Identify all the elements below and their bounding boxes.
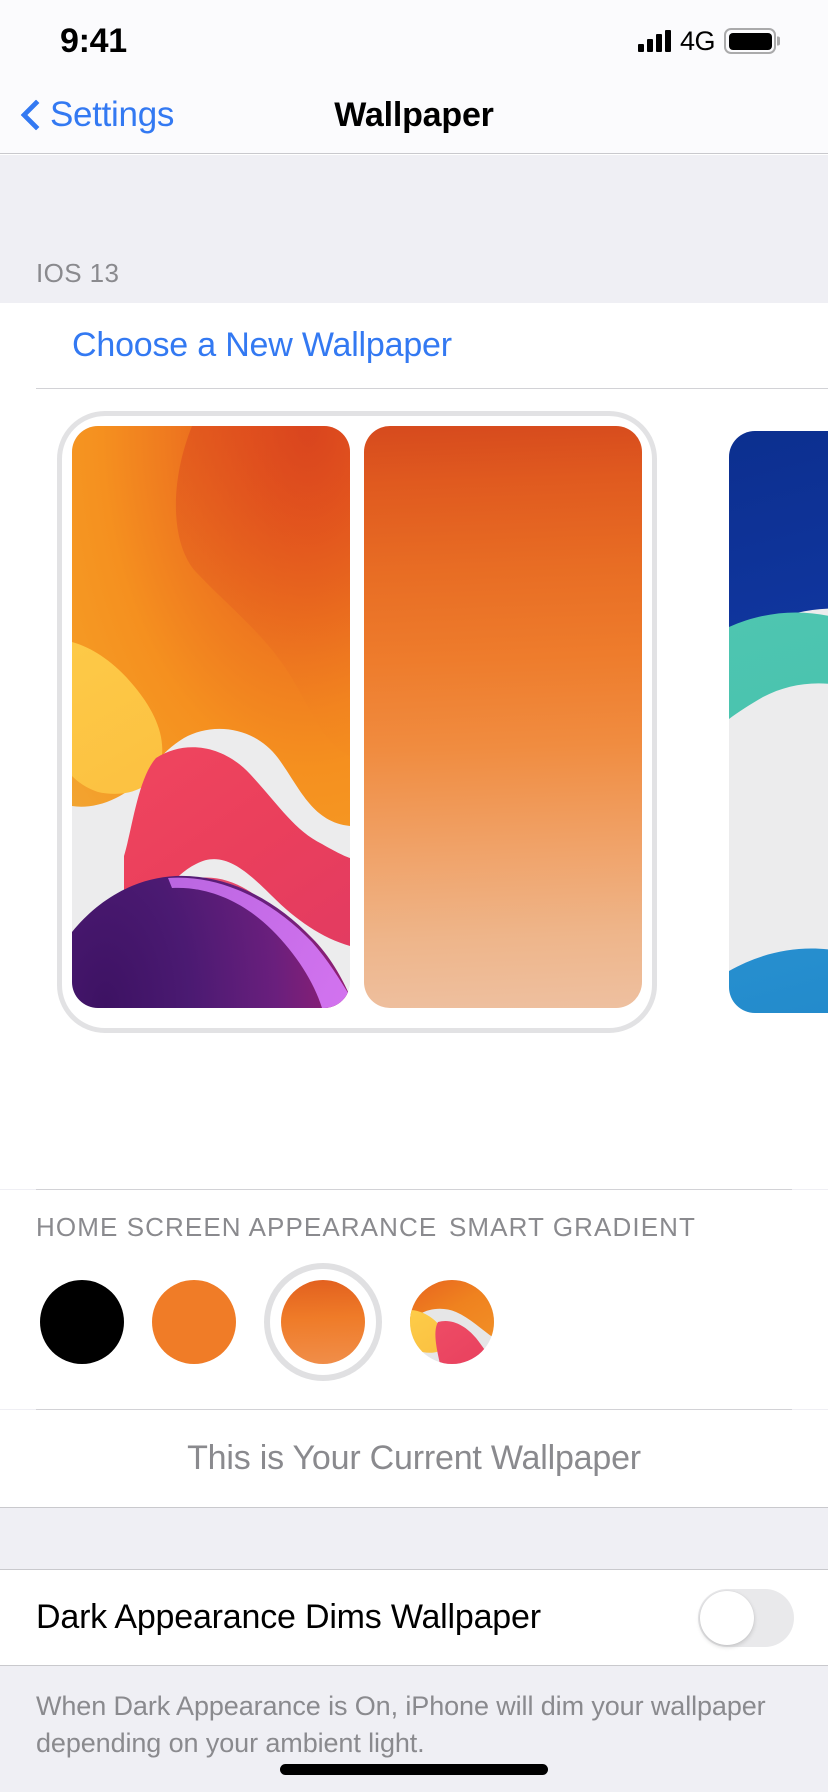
smart-gradient-label: SMART GRADIENT bbox=[448, 1212, 696, 1242]
group-spacer bbox=[0, 1508, 828, 1570]
carousel-track[interactable] bbox=[57, 411, 828, 1033]
back-button[interactable]: Settings bbox=[22, 76, 174, 154]
ios13-group: Choose a New Wallpaper bbox=[0, 303, 828, 389]
wallpaper-preview-home-screen[interactable] bbox=[364, 426, 642, 1008]
wallpaper-preview-lock-screen[interactable] bbox=[72, 426, 350, 1008]
signal-bars-icon bbox=[637, 30, 671, 52]
battery-full-icon bbox=[724, 28, 780, 54]
swatch-gradient-orange-selected[interactable] bbox=[264, 1263, 382, 1381]
status-bar: 9:41 4G bbox=[0, 0, 828, 76]
toggle-knob bbox=[700, 1590, 754, 1645]
chevron-left-icon bbox=[22, 96, 44, 134]
status-bar-time: 9:41 bbox=[60, 22, 127, 60]
dark-appearance-dims-wallpaper-row[interactable]: Dark Appearance Dims Wallpaper bbox=[0, 1570, 828, 1666]
wallpaper-pair-next[interactable] bbox=[709, 411, 828, 1033]
dark-appearance-footer-note: When Dark Appearance is On, iPhone will … bbox=[0, 1666, 828, 1763]
settings-content: IOS 13 Choose a New Wallpaper HOME SCREE… bbox=[0, 155, 828, 1792]
iphone-screen: 9:41 4G Wallpaper Settings IOS 13 Choose… bbox=[0, 0, 828, 1792]
swatch-solid-orange[interactable] bbox=[152, 1280, 236, 1364]
current-wallpaper-label: This is Your Current Wallpaper bbox=[0, 1410, 828, 1508]
home-screen-appearance-label: HOME SCREEN APPEARANCE bbox=[36, 1212, 438, 1242]
navigation-bar: Wallpaper Settings bbox=[0, 76, 828, 154]
swatch-wallpaper-thumbnail[interactable] bbox=[410, 1280, 494, 1364]
back-button-label: Settings bbox=[50, 95, 175, 134]
network-type-label: 4G bbox=[679, 25, 716, 56]
wallpaper-preview-blue-lock-screen[interactable] bbox=[729, 431, 828, 1013]
dark-appearance-toggle[interactable] bbox=[698, 1588, 794, 1647]
section-header-ios13: IOS 13 bbox=[0, 241, 828, 289]
choose-new-wallpaper-button[interactable]: Choose a New Wallpaper bbox=[36, 303, 828, 389]
dark-appearance-label: Dark Appearance Dims Wallpaper bbox=[36, 1598, 541, 1636]
swatch-black[interactable] bbox=[40, 1280, 124, 1364]
home-indicator[interactable] bbox=[280, 1764, 548, 1775]
appearance-label-row: HOME SCREEN APPEARANCE SMART GRADIENT bbox=[0, 1190, 828, 1249]
appearance-swatch-row bbox=[0, 1249, 828, 1409]
swatch-gradient-orange[interactable] bbox=[281, 1280, 365, 1364]
wallpaper-pair-selected[interactable] bbox=[57, 411, 657, 1033]
wallpaper-preview-carousel[interactable] bbox=[0, 389, 828, 1189]
status-bar-indicators: 4G bbox=[637, 20, 780, 57]
section-header-spacer bbox=[0, 289, 828, 303]
top-group-gap bbox=[0, 155, 828, 241]
